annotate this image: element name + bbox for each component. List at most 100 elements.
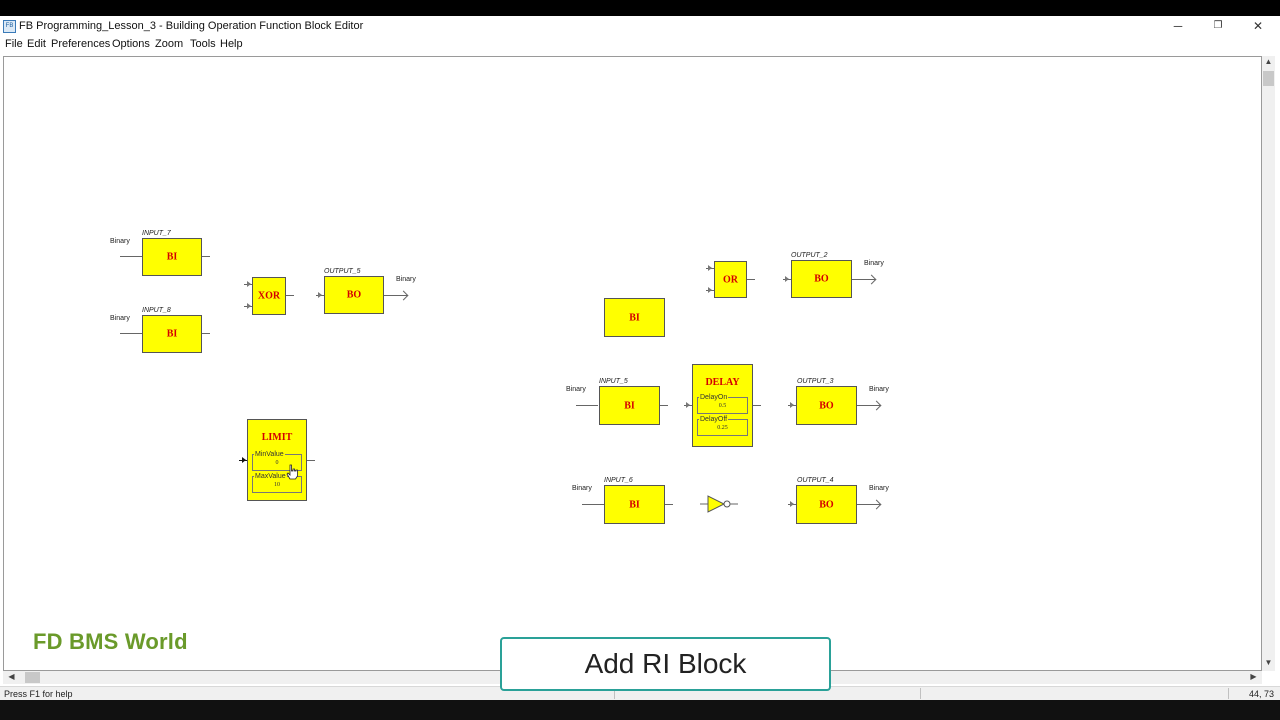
menu-bar: File Edit Preferences Options Zoom Tools…: [0, 37, 1280, 54]
input8-io-label: Binary: [110, 315, 130, 322]
input5-type: BI: [624, 400, 635, 411]
input5-in-wire: [576, 405, 598, 406]
input7-out-wire: [202, 256, 210, 257]
output3-block[interactable]: BO: [796, 386, 857, 425]
menu-zoom[interactable]: Zoom: [155, 38, 183, 50]
scroll-left-icon[interactable]: ◀: [5, 672, 18, 681]
not-gate-icon[interactable]: [700, 494, 740, 514]
output3-name: OUTPUT_3: [797, 378, 834, 385]
cursor-coordinates: 44, 73: [1248, 689, 1274, 699]
or-type: OR: [723, 274, 738, 285]
output3-io-label: Binary: [869, 386, 889, 393]
menu-edit[interactable]: Edit: [27, 38, 46, 50]
input8-out-wire: [202, 333, 210, 334]
menu-file[interactable]: File: [5, 38, 23, 50]
status-divider: [920, 688, 921, 699]
delay-off-name: DelayOff: [699, 416, 729, 423]
delay-off-param[interactable]: DelayOff 0.25: [697, 416, 748, 436]
limit-out-wire: [307, 460, 315, 461]
xor-in1-pin: [247, 281, 251, 287]
output2-block[interactable]: BO: [791, 260, 852, 298]
delay-type: DELAY: [705, 377, 740, 388]
limit-type: LIMIT: [261, 432, 293, 443]
delay-on-name: DelayOn: [699, 394, 729, 401]
limit-in-pin: [242, 457, 246, 463]
input5-block[interactable]: BI: [599, 386, 660, 425]
output4-io-label: Binary: [869, 485, 889, 492]
menu-tools[interactable]: Tools: [190, 38, 216, 50]
app-icon: FB: [3, 20, 16, 33]
output4-type: BO: [819, 499, 834, 510]
delay-in-pin: [686, 402, 690, 408]
restore-button[interactable]: ❐: [1198, 16, 1238, 37]
new-bi-type: BI: [629, 312, 640, 323]
input7-block[interactable]: BI: [142, 238, 202, 276]
output2-name: OUTPUT_2: [791, 252, 828, 259]
or-block[interactable]: OR: [714, 261, 747, 298]
input6-name: INPUT_6: [604, 477, 633, 484]
output3-arrow-icon: [871, 400, 882, 411]
delay-out-wire: [753, 405, 761, 406]
output4-name: OUTPUT_4: [797, 477, 834, 484]
input8-block[interactable]: BI: [142, 315, 202, 353]
scroll-right-icon[interactable]: ▶: [1247, 672, 1260, 681]
output5-name: OUTPUT_5: [324, 268, 361, 275]
input5-io-label: Binary: [566, 386, 586, 393]
output5-block[interactable]: BO: [324, 276, 384, 314]
output4-block[interactable]: BO: [796, 485, 857, 524]
scroll-up-icon[interactable]: ▲: [1262, 57, 1275, 66]
vertical-scroll-thumb[interactable]: [1263, 71, 1274, 86]
input6-io-label: Binary: [572, 485, 592, 492]
menu-help[interactable]: Help: [220, 38, 243, 50]
input7-io-label: Binary: [110, 238, 130, 245]
input7-type: BI: [166, 251, 178, 263]
output5-arrow-icon: [398, 290, 409, 301]
output2-io-label: Binary: [864, 260, 884, 267]
status-divider: [1228, 688, 1229, 699]
window-title: FB Programming_Lesson_3 - Building Opera…: [19, 20, 364, 32]
input6-type: BI: [629, 499, 640, 510]
video-caption: Add RI Block: [500, 637, 831, 691]
app-window: FB FB Programming_Lesson_3 - Building Op…: [0, 16, 1280, 701]
channel-watermark: FD BMS World: [33, 629, 188, 654]
input6-block[interactable]: BI: [604, 485, 665, 524]
close-button[interactable]: ✕: [1238, 16, 1278, 37]
output4-arrow-icon: [871, 499, 882, 510]
new-bi-block[interactable]: BI: [604, 298, 665, 337]
limit-min-name: MinValue: [254, 451, 285, 458]
delay-on-value: 0.5: [718, 403, 727, 409]
limit-block[interactable]: LIMIT MinValue 0 MaxValue 10: [247, 419, 307, 501]
output5-in-pin: [318, 292, 322, 298]
hand-cursor-icon: [286, 464, 298, 480]
input6-in-wire: [582, 504, 604, 505]
output4-in-pin: [790, 501, 794, 507]
or-out-wire: [747, 279, 755, 280]
horizontal-scroll-thumb[interactable]: [25, 672, 40, 683]
xor-block[interactable]: XOR: [252, 277, 286, 315]
output2-in-pin: [785, 276, 789, 282]
xor-out-wire: [286, 295, 294, 296]
delay-on-param[interactable]: DelayOn 0.5: [697, 394, 748, 414]
output2-type: BO: [814, 273, 829, 285]
output2-arrow-icon: [866, 274, 877, 285]
input5-out-wire: [660, 405, 668, 406]
title-bar: FB FB Programming_Lesson_3 - Building Op…: [0, 16, 1280, 37]
menu-options[interactable]: Options: [112, 38, 150, 50]
or-in1-pin: [708, 265, 712, 271]
output5-type: BO: [346, 289, 362, 301]
scroll-down-icon[interactable]: ▼: [1262, 658, 1275, 667]
diagram-canvas[interactable]: Binary INPUT_7 BI Binary INPUT_8 BI XOR …: [3, 56, 1262, 671]
minimize-button[interactable]: ─: [1158, 16, 1198, 37]
vertical-scrollbar[interactable]: ▲ ▼: [1262, 56, 1275, 671]
video-bottom-bar: [0, 700, 1280, 720]
input8-type: BI: [166, 328, 178, 340]
delay-block[interactable]: DELAY DelayOn 0.5 DelayOff 0.25: [692, 364, 753, 447]
menu-preferences[interactable]: Preferences: [51, 38, 110, 50]
limit-max-value: 10: [274, 482, 280, 488]
delay-off-value: 0.25: [717, 425, 728, 431]
input8-in-wire: [120, 333, 142, 334]
input7-name: INPUT_7: [142, 230, 171, 237]
xor-type: XOR: [257, 290, 281, 302]
input8-name: INPUT_8: [142, 307, 171, 314]
status-help-text: Press F1 for help: [4, 689, 73, 699]
